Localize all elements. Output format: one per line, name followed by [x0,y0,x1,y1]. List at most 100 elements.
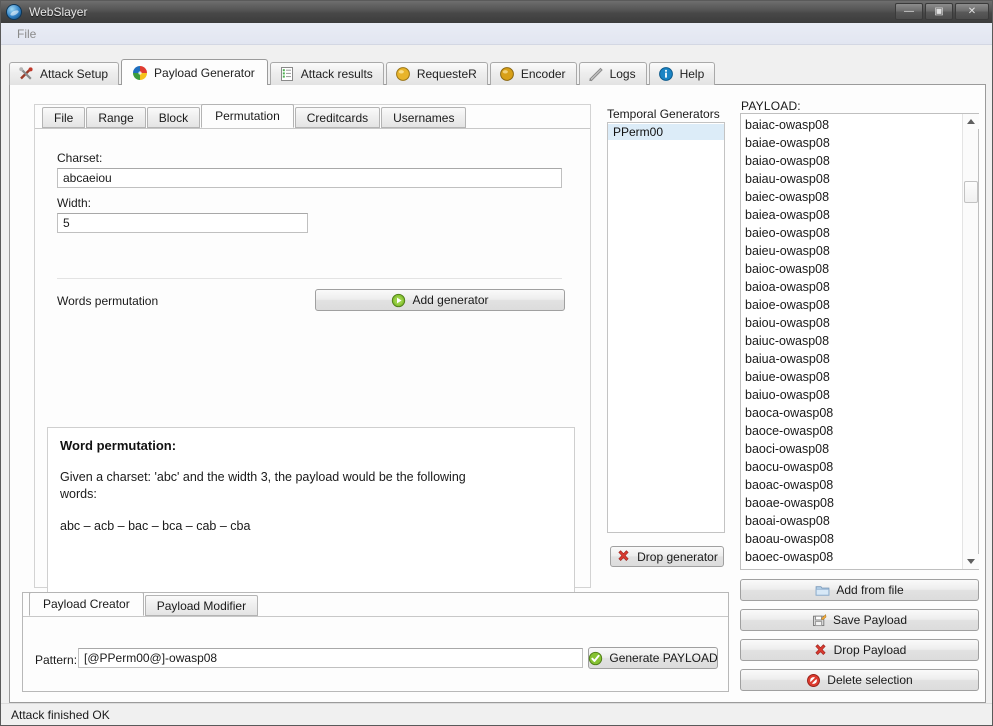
gen-tab-block[interactable]: Block [146,107,201,128]
gen-tab-permutation[interactable]: Permutation [201,104,294,128]
list-item[interactable]: baoec-owasp08 [745,548,962,566]
tools-icon [19,67,33,80]
tab-help[interactable]: Help [648,62,716,85]
tab-logs[interactable]: Logs [578,62,647,85]
pattern-label: Pattern: [35,653,78,667]
save-payload-button[interactable]: Save Payload [740,609,979,631]
creator-tab-label: Payload Creator [43,597,130,611]
payload-scrollbar[interactable] [962,114,979,569]
generate-payload-button[interactable]: Generate PAYLOAD [588,647,718,669]
gen-tab-usernames[interactable]: Usernames [381,107,467,128]
list-item[interactable]: PPerm00 [608,124,724,140]
tab-payload-creator[interactable]: Payload Creator [29,592,144,616]
list-item[interactable]: baioc-owasp08 [745,260,962,278]
gen-tab-label: Permutation [215,109,280,123]
gen-tab-label: Usernames [393,110,455,125]
gen-tab-creditcards[interactable]: Creditcards [294,107,381,128]
generator-type-label: Words permutation [57,294,159,308]
minimize-button[interactable]: — [895,3,923,20]
list-item[interactable]: baiae-owasp08 [745,134,962,152]
creator-pane: Pattern: [@PPerm00@]-owasp08 Generate PA… [23,616,728,691]
list-item[interactable]: baiac-owasp08 [745,116,962,134]
tab-label: Encoder [520,67,566,81]
folder-icon [815,585,830,596]
list-icon [280,67,293,81]
generate-payload-label: Generate PAYLOAD [609,651,718,665]
list-item[interactable]: baiao-owasp08 [745,152,962,170]
delete-selection-button[interactable]: Delete selection [740,669,979,691]
generator-group: File Range Block Permutation Creditcards… [34,104,591,619]
temporal-generators-list[interactable]: PPerm00 [607,122,725,533]
window-title: WebSlayer [29,5,88,19]
add-from-file-button[interactable]: Add from file [740,579,979,601]
list-item[interactable]: baiea-owasp08 [745,206,962,224]
gen-tab-label: Range [98,110,134,125]
pencil-icon [588,67,603,82]
save-icon [813,613,827,626]
list-item[interactable]: baieo-owasp08 [745,224,962,242]
tab-payload-generator[interactable]: Payload Generator [121,59,268,85]
gen-tab-label: Creditcards [306,110,369,125]
list-item[interactable]: baoae-owasp08 [745,494,962,512]
tab-attack-results[interactable]: Attack results [269,62,384,85]
width-input[interactable]: 5 [57,213,308,233]
charset-label: Charset: [57,151,103,165]
button-label: Delete selection [827,673,913,687]
charset-input[interactable]: abcaeiou [57,168,562,188]
tab-requester[interactable]: RequesteR [385,62,488,85]
list-item[interactable]: baioe-owasp08 [745,296,962,314]
drop-payload-button[interactable]: Drop Payload [740,639,979,661]
scroll-down-icon[interactable] [963,554,979,569]
list-item[interactable]: baoci-owasp08 [745,440,962,458]
list-item[interactable]: baiau-owasp08 [745,170,962,188]
list-item[interactable]: baiou-owasp08 [745,314,962,332]
add-generator-label: Add generator [412,293,489,307]
tab-encoder[interactable]: Encoder [489,62,577,85]
status-text: Attack finished OK [11,707,110,722]
globe-icon [6,4,22,20]
menu-item-file[interactable]: File [11,25,42,43]
creator-tab-strip: Payload Creator Payload Modifier [29,592,259,616]
list-item[interactable]: baocu-owasp08 [745,458,962,476]
button-label: Drop Payload [833,643,907,657]
list-item[interactable]: baiue-owasp08 [745,368,962,386]
green-check-icon [589,651,603,665]
list-item[interactable]: baiec-owasp08 [745,188,962,206]
list-item[interactable]: baiuc-owasp08 [745,332,962,350]
list-item[interactable]: baoai-owasp08 [745,512,962,530]
list-item[interactable]: baiua-owasp08 [745,350,962,368]
list-item[interactable]: baoce-owasp08 [745,422,962,440]
scroll-up-icon[interactable] [963,114,979,129]
info-icon [658,67,673,81]
title-bar: WebSlayer — ▣ ✕ [1,1,992,23]
drop-generator-button[interactable]: Drop generator [610,546,724,567]
list-item[interactable]: baoac-owasp08 [745,476,962,494]
tab-payload-modifier[interactable]: Payload Modifier [144,595,259,616]
pattern-input[interactable]: [@PPerm00@]-owasp08 [78,648,583,668]
maximize-button[interactable]: ▣ [925,3,953,20]
close-button[interactable]: ✕ [955,3,989,20]
status-bar: Attack finished OK [1,703,992,725]
generator-tab-strip: File Range Block Permutation Creditcards… [42,104,467,128]
tab-attack-setup[interactable]: Attack Setup [9,62,120,85]
permutation-pane: Charset: abcaeiou Width: 5 Words permuta… [35,128,590,619]
gen-tab-label: File [54,110,74,125]
payload-creator-group: Payload Creator Payload Modifier Pattern… [22,592,729,692]
tab-label: Attack Setup [40,67,109,81]
main-tab-strip: Attack Setup Payload Generator Attack re… [9,59,717,85]
payload-listbox[interactable]: baiac-owasp08 baiae-owasp08 baiao-owasp0… [740,113,979,570]
list-item[interactable]: baoau-owasp08 [745,530,962,548]
list-item[interactable]: baiuo-owasp08 [745,386,962,404]
description-example-words: abc – acb – bac – bca – cab – cba [60,518,251,533]
list-item[interactable]: baoca-owasp08 [745,404,962,422]
gold-ball-icon [499,67,514,81]
gen-tab-range[interactable]: Range [86,107,146,128]
temporal-generators-label: Temporal Generators [607,107,720,121]
green-play-icon [392,293,406,307]
gen-tab-file[interactable]: File [42,107,86,128]
description-paragraph: Given a charset: 'abc' and the width 3, … [60,470,466,501]
list-item[interactable]: baioa-owasp08 [745,278,962,296]
scrollbar-thumb[interactable] [964,181,978,203]
add-generator-button[interactable]: Add generator [315,289,565,311]
list-item[interactable]: baieu-owasp08 [745,242,962,260]
